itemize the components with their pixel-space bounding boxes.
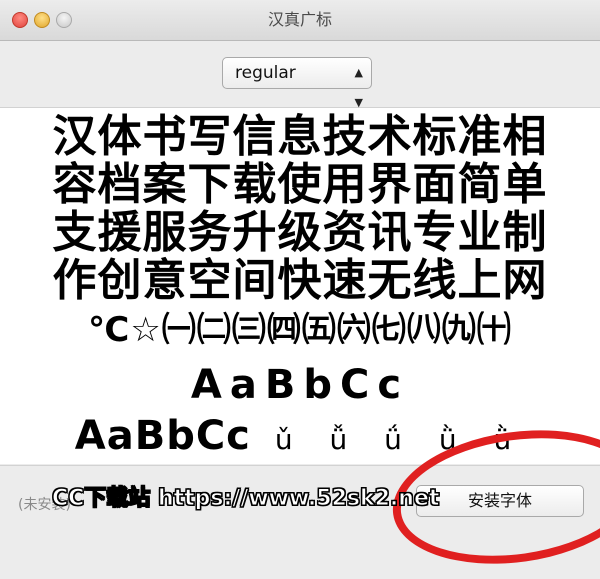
font-preview-area: 汉体书写信息技术标准相 容档案下载使用界面简单 支援服务升级资讯专业制 作创意空… — [0, 108, 600, 464]
preview-han-line: 作创意空间快速无线上网 — [52, 255, 548, 306]
title-bar: 汉真广标 — [0, 0, 600, 41]
site-watermark: CC下载站 https://www.52sk2.net — [51, 486, 440, 512]
preview-han-line: 汉体书写信息技术标准相 — [52, 111, 548, 162]
window-title: 汉真广标 — [267, 10, 332, 29]
preview-latin-line: AaBbCc — [190, 362, 410, 408]
font-preview-window: 汉真广标 regular ▲ ▼ 汉体书写信息技术标准相 容档案下载使用界面简单 … — [0, 0, 600, 579]
style-toolbar: regular ▲ ▼ — [0, 41, 600, 109]
preview-symbols-line: ℃☆㈠㈡㈢㈣㈤㈥㈦㈧㈨㈩ — [88, 310, 512, 350]
font-style-value: regular — [235, 63, 296, 83]
preview-han-line: 容档案下载使用界面简单 — [52, 159, 548, 210]
preview-han-line: 支援服务升级资讯专业制 — [52, 207, 548, 258]
font-style-select[interactable]: regular ▲ ▼ — [222, 57, 372, 109]
preview-latin-text: AaBbCc — [74, 413, 251, 459]
